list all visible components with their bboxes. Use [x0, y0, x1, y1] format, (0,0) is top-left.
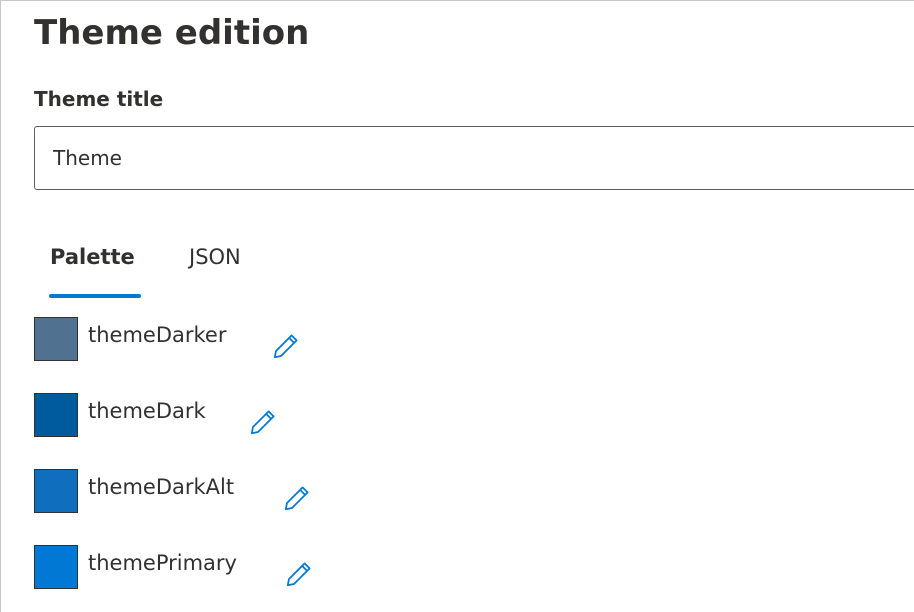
page-title: Theme edition	[34, 13, 310, 53]
tab-json[interactable]: JSON	[189, 237, 241, 299]
tab-selected-indicator	[49, 294, 141, 298]
tab-palette[interactable]: Palette	[50, 237, 135, 299]
pencil-icon	[286, 562, 311, 587]
color-swatch[interactable]	[34, 545, 78, 589]
pencil-icon	[250, 410, 275, 435]
theme-title-input[interactable]	[34, 126, 914, 190]
color-name: themeDarker	[88, 323, 227, 347]
theme-title-label: Theme title	[34, 87, 164, 111]
edit-themedarker-button[interactable]	[271, 329, 305, 363]
color-swatch[interactable]	[34, 317, 78, 361]
color-name: themeDark	[88, 399, 206, 423]
color-name: themePrimary	[88, 551, 237, 575]
color-swatch[interactable]	[34, 393, 78, 437]
theme-edition-panel: Theme edition Theme title Palette JSON t…	[0, 0, 914, 612]
pencil-icon	[273, 334, 298, 359]
edit-themedark-button[interactable]	[248, 405, 282, 439]
edit-themedarkalt-button[interactable]	[282, 481, 316, 515]
color-swatch[interactable]	[34, 469, 78, 513]
color-name: themeDarkAlt	[88, 475, 235, 499]
pencil-icon	[284, 486, 309, 511]
edit-themeprimary-button[interactable]	[284, 557, 318, 591]
